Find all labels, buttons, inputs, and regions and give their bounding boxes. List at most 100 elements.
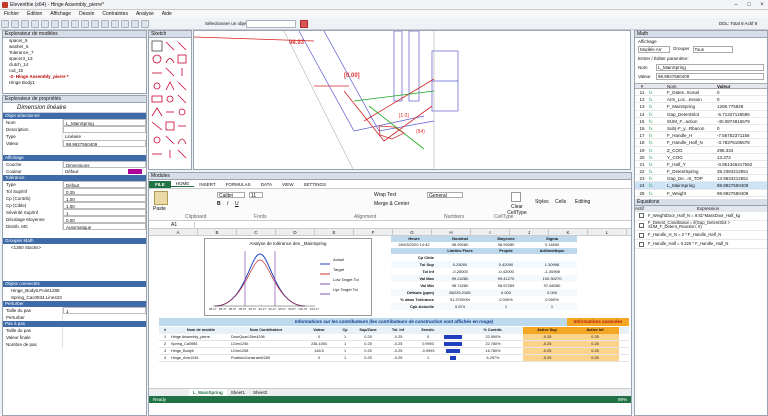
mc-distribution-select[interactable]: Automatique <box>63 223 146 230</box>
tol-type-select[interactable]: Défaut <box>63 181 146 188</box>
paste-icon[interactable] <box>154 191 168 205</box>
name-box[interactable]: A1 <box>149 221 195 228</box>
underline-button[interactable]: U <box>235 201 239 207</box>
minimize-icon[interactable]: – <box>730 1 742 9</box>
ribbon-tab-data[interactable]: DATA <box>256 182 277 187</box>
pick-object-icon[interactable] <box>300 20 308 28</box>
equation-row[interactable]: F_Detent_Conditional = if(Gap_DetentSlot… <box>635 220 767 231</box>
pan-icon[interactable] <box>91 20 99 28</box>
paste-button[interactable]: Paste <box>153 206 166 212</box>
menu-draw[interactable]: Dessin <box>75 10 98 18</box>
merge-center-button[interactable]: Merge & Center <box>374 201 409 207</box>
contrib-row[interactable]: 1 Hinge Assembly_pierre DoorQuad.Dim4296 0 1… <box>159 334 629 341</box>
contrib-col-head[interactable]: Tol. Inf <box>383 327 413 334</box>
bold-button[interactable]: B <box>217 201 221 207</box>
contrib-col-head[interactable]: Sensib. <box>413 327 443 334</box>
sheet-tab-active[interactable]: L_MainSpring <box>189 388 227 397</box>
zoom-level[interactable]: 99% <box>618 396 627 403</box>
connected-item[interactable]: Hinge_Body6.Point1288 <box>3 287 60 294</box>
equation-row[interactable]: F_Handle_Half = 0.225 * F_Handle_Half_N <box>635 240 767 249</box>
math-table-row[interactable]: 14 fx Gap_DetentSlot -5.71347126585 <box>635 111 767 118</box>
sketch-tools[interactable] <box>149 38 191 168</box>
column-header[interactable]: C <box>237 229 276 235</box>
math-table-row[interactable]: 13 fx F_MainSpring 1208.775828 <box>635 103 767 111</box>
grid-icon[interactable] <box>111 20 119 28</box>
menu-constraints[interactable]: Contraintes <box>98 10 132 18</box>
math-table-row[interactable]: 16 fx Sub(-F_y...Rbacon 0 <box>635 125 767 133</box>
wrap-text-button[interactable]: Wrap Text <box>374 192 396 198</box>
copy-icon[interactable] <box>61 20 69 28</box>
math-table-row[interactable]: 12 fx Arm_Loc...ession 0 <box>635 96 767 104</box>
mean-offset-input[interactable]: 0.00 <box>63 216 146 223</box>
ribbon-tab-settings[interactable]: SETTINGS <box>299 182 332 187</box>
column-header[interactable]: K <box>549 229 588 235</box>
tolerance-chart[interactable]: Analyse de tolérance des _MainSpring Act… <box>204 238 372 316</box>
ribbon-tab-view[interactable]: VIEW <box>277 182 299 187</box>
layer-select[interactable]: Dimensions <box>63 161 146 168</box>
math-table-row[interactable]: 22 fx F_DetentSpring 39.2384212651 <box>635 168 767 176</box>
contrib-col-head[interactable]: Nom de modèle <box>171 327 231 334</box>
tol-sup-input[interactable]: 0.25 <box>63 188 146 195</box>
number-format-select[interactable]: General <box>427 192 463 199</box>
menu-edit[interactable]: Édition <box>23 10 46 18</box>
math-table-row[interactable]: 11 fx F_Dates..Xional 0 <box>635 89 767 97</box>
menu-view[interactable]: Affichage <box>46 10 75 18</box>
styles-button[interactable]: Styles <box>535 199 549 205</box>
sheet-tab[interactable]: Sheet2 <box>249 389 271 397</box>
contrib-col-head[interactable] <box>443 327 463 334</box>
italic-button[interactable]: I <box>227 201 228 207</box>
math-table-row[interactable]: 17 fx F_Handle_H -7.56752371156 <box>635 132 767 140</box>
contrib-col-head[interactable]: Active Inf <box>571 327 619 334</box>
color-select[interactable]: Défaut <box>63 168 124 175</box>
math-col-name[interactable]: Nom <box>667 84 717 89</box>
contrib-col-head[interactable]: Sup/Zone <box>353 327 383 334</box>
name-input[interactable]: L_MainSpring <box>63 119 146 126</box>
ribbon-tab-file[interactable]: FILE <box>149 180 171 188</box>
column-header[interactable]: L <box>588 229 627 235</box>
select-object-input[interactable] <box>246 20 296 28</box>
new-icon[interactable] <box>1 20 9 28</box>
math-group-item[interactable]: <1360 Stacks> <box>3 244 41 251</box>
contrib-row[interactable]: 4 Hinge_Arm1245 PositionConstraint1269 0 1 0.… <box>159 355 629 362</box>
column-header[interactable]: I <box>471 229 510 235</box>
cells-button[interactable]: Cells <box>555 199 566 205</box>
ribbon-tab-formulas[interactable]: FORMULAS <box>221 182 256 187</box>
column-header[interactable]: F <box>354 229 393 235</box>
tree-item[interactable]: Hinge Body1 <box>9 80 146 86</box>
menu-help[interactable]: Aide <box>158 10 176 18</box>
column-header[interactable]: B <box>198 229 237 235</box>
column-header[interactable]: D <box>276 229 315 235</box>
equation-checkbox[interactable] <box>639 232 644 238</box>
math-table-row[interactable]: 21 fx F_Half_Y -0.851346417552 <box>635 161 767 169</box>
drawing-canvas[interactable]: 98.93 [0.00] [1.0] (84) <box>193 30 631 170</box>
description-input[interactable] <box>63 126 146 133</box>
math-table-row[interactable]: 15 fx SUM_F...action -40.0874815679 <box>635 118 767 125</box>
fit-icon[interactable] <box>101 20 109 28</box>
equation-checkbox[interactable] <box>639 213 644 219</box>
equation-checkbox[interactable] <box>639 222 644 228</box>
sheet-grid[interactable]: Analyse de tolérance des _MainSpring Act… <box>149 236 631 388</box>
math-col-value[interactable]: Valeur <box>717 84 767 89</box>
contrib-row[interactable]: 2 Spring_Ca0985 LDim1256 236.1054 1 0.25 -0.25… <box>159 341 629 348</box>
font-select[interactable]: Calibri <box>217 192 245 199</box>
paste-icon[interactable] <box>71 20 79 28</box>
ribbon-tab-home[interactable]: HOME <box>170 181 195 187</box>
step-size-input[interactable]: 1 <box>63 307 146 314</box>
math-mode-select[interactable]: Modèle Arr <box>638 46 670 53</box>
math-table-row[interactable]: 19 fx Z_COG 298.334 <box>635 147 767 154</box>
cp-contrib-input[interactable]: 1.00 <box>63 195 146 202</box>
color-swatch[interactable] <box>128 169 142 174</box>
editing-button[interactable]: Editing <box>575 199 590 205</box>
math-table-row[interactable]: 18 fx F_Handle_Half_N -3.78376185578 <box>635 139 767 147</box>
ribbon-tab-insert[interactable]: INSERT <box>194 182 220 187</box>
undo-icon[interactable] <box>31 20 39 28</box>
contrib-col-head[interactable]: Nom Contributeur <box>231 327 301 334</box>
canvas-dim-label[interactable]: [0.00] <box>344 73 360 79</box>
value-input[interactable]: 98.9927550409 <box>63 140 146 147</box>
redo-icon[interactable] <box>41 20 49 28</box>
column-header[interactable]: E <box>315 229 354 235</box>
save-icon[interactable] <box>21 20 29 28</box>
menu-analysis[interactable]: Analyse <box>132 10 158 18</box>
contrib-col-head[interactable]: # <box>159 327 171 334</box>
math-table-row[interactable]: 23 fx Gap_De...nt_TOP 13.9634212651 <box>635 175 767 183</box>
